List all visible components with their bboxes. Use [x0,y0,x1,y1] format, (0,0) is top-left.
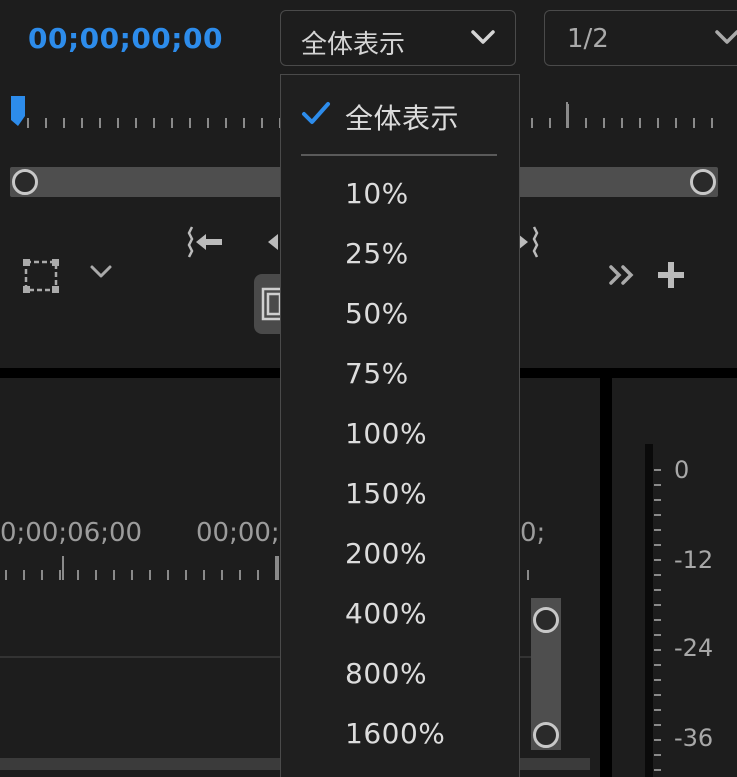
more-icon[interactable] [608,262,638,288]
chevron-down-icon[interactable] [88,262,114,282]
chevron-down-icon [715,30,737,44]
panel-divider-vertical[interactable] [600,378,612,777]
plus-icon[interactable] [656,260,686,290]
zoom-menu-item-75[interactable]: 75% [345,357,409,390]
scroll-end-handle[interactable] [690,169,716,195]
zoom-menu-item-25[interactable]: 25% [345,237,409,270]
playback-resolution-select[interactable]: 1/2 [544,10,737,66]
zoom-menu-item-1600[interactable]: 1600% [345,717,445,750]
resolution-value: 1/2 [567,24,609,54]
zoom-menu-item-fit[interactable]: 全体表示 [345,97,459,137]
scroll-bottom-handle[interactable] [533,722,559,748]
zoom-level-value: 全体表示 [301,30,406,60]
zoom-menu-item-50[interactable]: 50% [345,297,409,330]
zoom-level-select[interactable]: 全体表示 [280,10,516,66]
scroll-start-handle[interactable] [12,169,38,195]
scroll-top-handle[interactable] [533,607,559,633]
zoom-menu-item-400[interactable]: 400% [345,597,427,630]
timeline-vertical-scrollbar[interactable] [531,598,561,750]
zoom-menu-item-800[interactable]: 800% [345,657,427,690]
checkmark-icon [302,102,330,124]
zoom-menu-item-100[interactable]: 100% [345,417,427,450]
zoom-menu-item-10[interactable]: 10% [345,177,409,210]
step-back-icon[interactable] [186,225,226,261]
zoom-menu-item-200[interactable]: 200% [345,537,427,570]
menu-separator [301,154,497,156]
meter-label: -12 [674,546,714,574]
mask-icon[interactable] [22,258,60,294]
playhead-icon[interactable] [10,96,28,130]
playhead-timecode[interactable]: 00;00;00;00 [28,22,223,55]
meter-label: 0 [674,456,690,484]
timeline-time-label: 0; [520,518,546,548]
zoom-menu-item-150[interactable]: 150% [345,477,427,510]
meter-label: -24 [674,634,714,662]
zoom-level-menu: 全体表示 10% 25% 50% 75% 100% 150% 200% 400%… [280,74,520,777]
chevron-down-icon [471,30,495,44]
timeline-time-label: 00;00; [196,518,280,548]
timeline-time-label: 0;00;06;00 [0,518,143,548]
meter-label: -36 [674,724,714,752]
step-back-icon[interactable] [266,230,280,254]
